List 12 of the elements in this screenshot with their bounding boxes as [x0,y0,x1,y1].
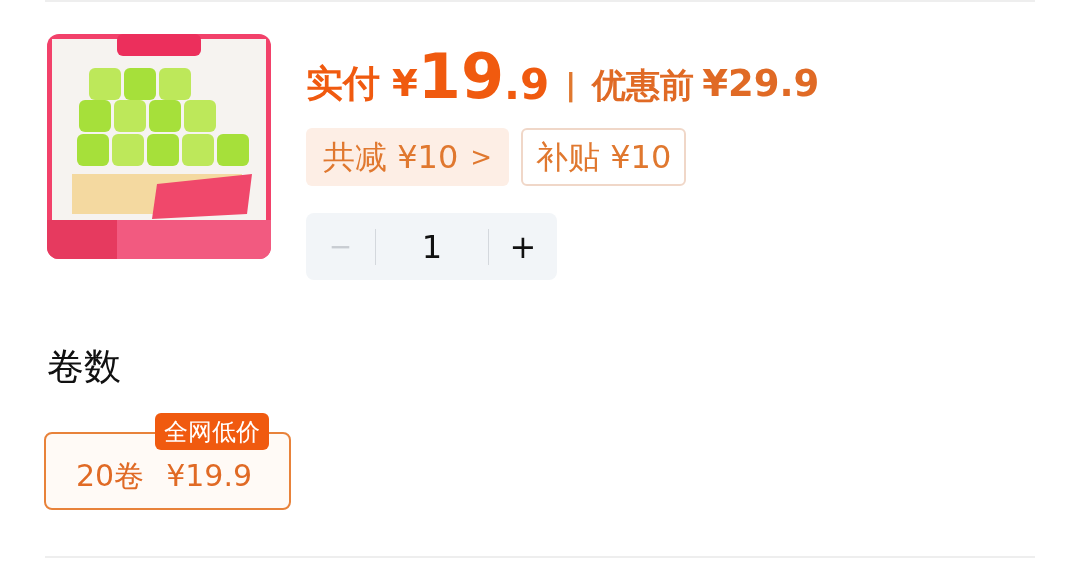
original-price-label: 优惠前 [592,68,695,102]
spec-title: 卷数 [46,348,122,385]
badge: 全网低价 [155,413,269,450]
increase-button[interactable]: + [489,213,557,280]
discount-tag[interactable]: 共减 ¥10 > [306,128,510,186]
original-price: ¥29.9 [702,65,820,102]
price-integer: 19 [417,46,505,108]
subsidy-tag: 补贴 ¥10 [521,128,687,186]
price-label: 实付 [306,65,380,102]
currency-symbol: ¥ [392,65,418,102]
quantity-value: 1 [420,226,444,268]
price-decimal: .9 [504,64,550,106]
